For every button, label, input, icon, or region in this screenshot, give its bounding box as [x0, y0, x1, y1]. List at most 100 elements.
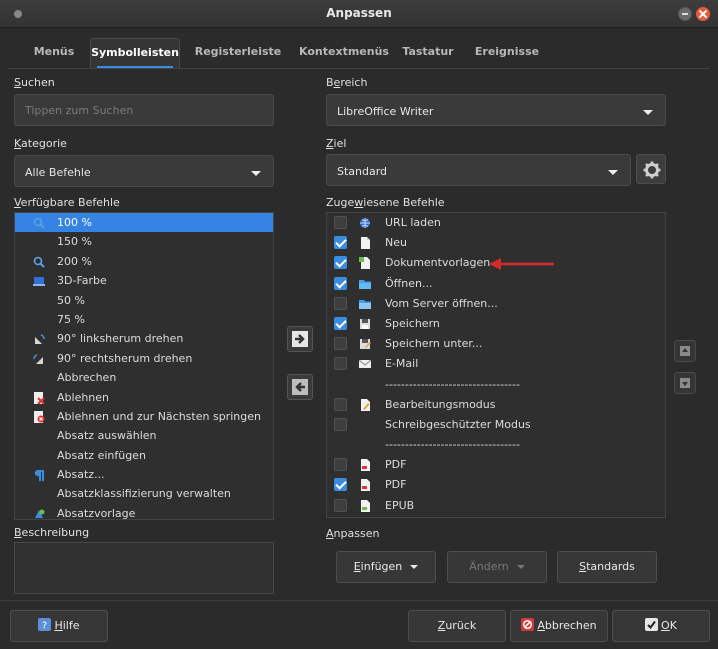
available-command-item[interactable]: Abbrechen: [15, 368, 273, 387]
assigned-command-item[interactable]: Speichern unter...: [327, 334, 665, 354]
command-checkbox[interactable]: [334, 276, 347, 290]
assigned-command-item[interactable]: EPUB: [327, 496, 665, 516]
available-command-item[interactable]: Absatz einfügen: [15, 446, 273, 465]
move-up-button[interactable]: [674, 340, 696, 362]
customize-label: Anpassen: [326, 527, 380, 540]
reject-next-icon: [33, 410, 45, 423]
command-checkbox[interactable]: [334, 417, 347, 431]
command-checkbox[interactable]: [334, 357, 347, 371]
command-checkbox[interactable]: [334, 216, 347, 229]
available-command-item[interactable]: 150 %: [15, 232, 273, 251]
assigned-command-item[interactable]: Schreibgeschützter Modus: [327, 415, 665, 435]
available-commands-list[interactable]: 100 % 150 % 200 % 3D-Farbe 50 % 75 % 90° links…: [14, 212, 274, 520]
assigned-command-item[interactable]: Öffnen...: [327, 274, 665, 294]
assigned-command-item[interactable]: URL laden: [327, 213, 665, 233]
category-value: Alle Befehle: [25, 166, 91, 179]
available-command-item[interactable]: Ablehnen und zur Nächsten springen: [15, 407, 273, 426]
pdf-icon: [359, 458, 371, 472]
available-command-item[interactable]: 3D-Farbe: [15, 271, 273, 290]
minimize-button[interactable]: [678, 7, 692, 21]
available-command-label: 90° rechtsherum drehen: [57, 351, 193, 365]
arrow-down-icon: [680, 378, 690, 388]
target-settings-button[interactable]: [636, 154, 666, 184]
tab-keyboard[interactable]: Tastatur: [398, 38, 458, 68]
tab-menus[interactable]: Menüs: [18, 38, 90, 68]
available-command-item[interactable]: Ablehnen: [15, 388, 273, 407]
modify-button[interactable]: Ändern: [447, 551, 547, 583]
assigned-command-item[interactable]: ----------------------------------: [327, 435, 665, 455]
command-checkbox[interactable]: [334, 478, 347, 492]
command-checkbox[interactable]: [334, 397, 347, 411]
color-3d-icon: [33, 274, 45, 287]
scope-dropdown[interactable]: LibreOffice Writer: [326, 94, 666, 126]
scope-value: LibreOffice Writer: [337, 105, 434, 118]
available-command-item[interactable]: Absatz auswählen: [15, 426, 273, 445]
target-value: Standard: [337, 165, 388, 178]
assigned-command-label: Speichern: [385, 316, 440, 330]
help-icon: ?: [38, 618, 52, 632]
assigned-command-item[interactable]: Vom Server öffnen...: [327, 294, 665, 314]
tab-toolbars[interactable]: Symbolleisten: [90, 38, 180, 68]
available-command-item[interactable]: 100 %: [15, 213, 273, 233]
help-button[interactable]: ? Hilfe: [10, 610, 108, 642]
available-command-item[interactable]: Absatz...: [15, 465, 273, 484]
available-command-label: 90° linksherum drehen: [57, 332, 184, 346]
target-dropdown[interactable]: Standard: [326, 154, 631, 186]
assigned-command-item[interactable]: ----------------------------------: [327, 375, 665, 395]
move-down-button[interactable]: [674, 372, 696, 394]
chevron-down-icon: [516, 565, 525, 569]
chevron-down-icon: [608, 170, 618, 175]
zoom-icon: [33, 255, 45, 268]
available-command-item[interactable]: 90° linksherum drehen: [15, 329, 273, 348]
command-checkbox[interactable]: [334, 316, 347, 330]
close-button[interactable]: [696, 7, 710, 21]
tab-context-menus[interactable]: Kontextmenüs: [296, 38, 392, 68]
command-checkbox[interactable]: [334, 236, 347, 250]
edit-mode-icon: [359, 398, 371, 411]
available-command-item[interactable]: Absatzklassifizierung verwalten: [15, 484, 273, 503]
available-command-item[interactable]: 50 %: [15, 291, 273, 310]
assigned-command-item[interactable]: Bearbeitungsmodus: [327, 395, 665, 415]
assigned-commands-label: Zugewiesene Befehle: [326, 196, 445, 209]
category-dropdown[interactable]: Alle Befehle: [14, 155, 274, 187]
target-label: Ziel: [326, 137, 347, 150]
command-checkbox[interactable]: [334, 256, 347, 270]
available-command-item[interactable]: Absatzvorlage: [15, 504, 273, 519]
assigned-command-item[interactable]: Neu: [327, 233, 665, 253]
search-label: Suchen: [14, 76, 55, 89]
tab-notebookbar[interactable]: Registerleiste: [188, 38, 288, 68]
available-command-label: Absatz einfügen: [57, 448, 146, 462]
remove-command-button[interactable]: [287, 374, 313, 400]
search-input[interactable]: [25, 104, 263, 117]
add-command-button[interactable]: [287, 326, 313, 352]
reject-icon: [33, 391, 45, 405]
annotation-arrow-icon: [489, 258, 554, 270]
command-checkbox[interactable]: [334, 337, 347, 351]
gear-icon: [643, 161, 661, 179]
assigned-command-item[interactable]: PDF: [327, 475, 665, 495]
cancel-button[interactable]: Abbrechen: [510, 610, 608, 642]
available-command-label: 100 %: [57, 216, 92, 229]
back-button[interactable]: Zurück: [408, 610, 506, 642]
globe-icon: [359, 216, 371, 228]
ok-button[interactable]: OK: [612, 610, 710, 642]
command-checkbox[interactable]: [334, 458, 347, 472]
available-command-label: 200 %: [57, 254, 92, 268]
zoom-icon: [33, 216, 45, 229]
separator: ----------------------------------: [385, 377, 520, 391]
title-bar: Anpassen: [0, 0, 718, 28]
assigned-command-item[interactable]: PDF: [327, 455, 665, 475]
command-checkbox[interactable]: [334, 498, 347, 512]
available-command-item[interactable]: 90° rechtsherum drehen: [15, 349, 273, 368]
available-command-item[interactable]: 75 %: [15, 310, 273, 329]
chevron-down-icon: [251, 171, 261, 176]
available-command-item[interactable]: 200 %: [15, 252, 273, 271]
arrow-up-icon: [680, 346, 690, 356]
defaults-button[interactable]: Standards: [557, 551, 657, 583]
tab-events[interactable]: Ereignisse: [472, 38, 542, 68]
available-command-label: Absatz auswählen: [57, 429, 157, 443]
assigned-command-item[interactable]: Speichern: [327, 314, 665, 334]
assigned-command-item[interactable]: E-Mail: [327, 354, 665, 374]
insert-button[interactable]: Einfügen: [336, 551, 436, 583]
command-checkbox[interactable]: [334, 296, 347, 310]
